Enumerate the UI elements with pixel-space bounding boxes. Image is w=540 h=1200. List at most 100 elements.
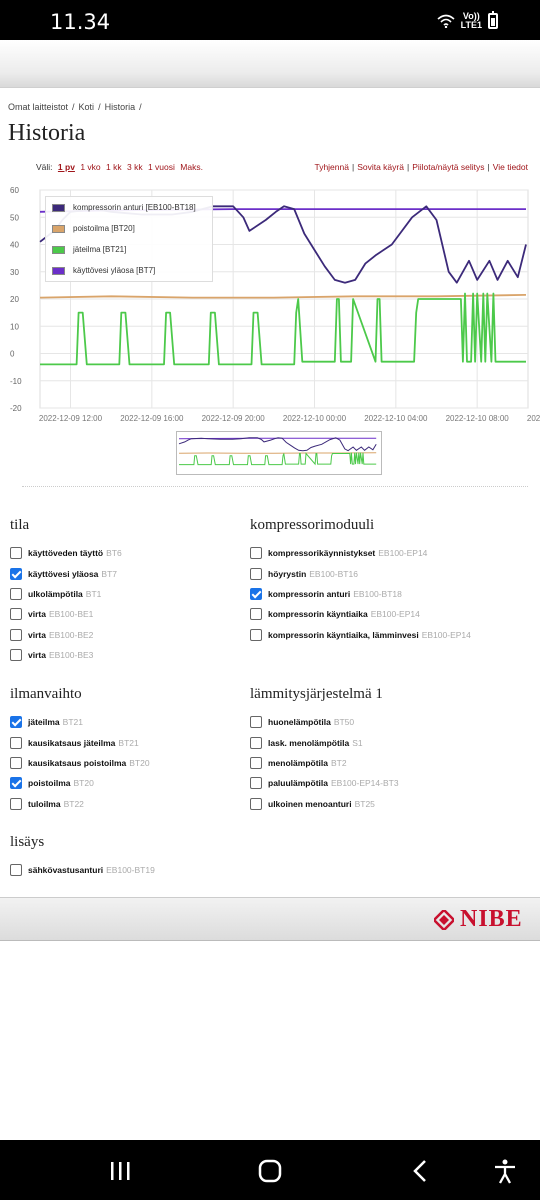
sensor-checkbox[interactable] — [10, 736, 22, 749]
x-tick-label: 2022-12-10 00:00 — [283, 414, 347, 423]
x-tick-label: 2022-12-10 08:00 — [446, 414, 510, 423]
sensor-checkbox[interactable] — [10, 649, 22, 662]
sensor-checkbox[interactable] — [250, 736, 262, 749]
breadcrumb-history[interactable]: Historia — [105, 102, 136, 112]
sensor-option[interactable]: kompressorin käyntiaika EB100-EP14 — [250, 604, 535, 624]
range-selector: Väli: 1 pv 1 vko 1 kk 3 kk 1 vuosi Maks. — [36, 162, 203, 172]
range-option-1-year[interactable]: 1 vuosi — [148, 162, 175, 172]
sensor-label: jäteilma — [28, 717, 60, 728]
breadcrumb-separator: / — [98, 102, 101, 112]
sensor-label: virta — [28, 609, 46, 620]
sensor-option[interactable]: kompressorin anturi EB100-BT18 — [250, 584, 535, 604]
sensor-option[interactable]: kausikatsaus poistoilma BT20 — [10, 753, 240, 773]
system-navigation-bar — [0, 1140, 540, 1200]
back-icon[interactable] — [405, 1158, 435, 1184]
sensor-option[interactable]: huonelämpötila BT50 — [250, 712, 535, 732]
home-icon[interactable] — [255, 1158, 285, 1184]
sensor-code: EB100-BE2 — [48, 629, 94, 640]
group-kompressorimoduuli: kompressorimoduuli kompressorikäynnistyks… — [250, 517, 535, 645]
sensor-checkbox[interactable] — [250, 547, 262, 560]
sensor-option[interactable]: ulkoinen menoanturi BT25 — [250, 794, 535, 814]
range-option-1-day[interactable]: 1 pv — [58, 162, 75, 172]
sensor-option[interactable]: kompressorin käyntiaika, lämminvesi EB100… — [250, 625, 535, 645]
recent-apps-icon[interactable] — [105, 1158, 135, 1184]
sensor-option[interactable]: jäteilma BT21 — [10, 712, 240, 732]
sensor-checkbox[interactable] — [10, 777, 22, 790]
sensor-checkbox[interactable] — [10, 628, 22, 641]
sensor-code: BT2 — [330, 757, 347, 768]
sensor-checkbox[interactable] — [250, 628, 262, 641]
sensor-checkbox[interactable] — [10, 567, 22, 580]
sensor-checkbox[interactable] — [10, 864, 22, 877]
sensor-checkbox[interactable] — [10, 716, 22, 729]
sensor-checkbox[interactable] — [250, 587, 262, 600]
sensor-option[interactable]: kausikatsaus jäteilma BT21 — [10, 732, 240, 752]
sensor-checkbox[interactable] — [10, 797, 22, 810]
legend-item[interactable]: käyttövesi yläosa [BT7] — [46, 260, 212, 281]
sensor-code: BT7 — [101, 568, 117, 579]
sensor-code: BT20 — [73, 778, 94, 789]
legend-item[interactable]: jäteilma [BT21] — [46, 239, 212, 260]
range-option-1-week[interactable]: 1 vko — [80, 162, 100, 172]
y-tick-label: 60 — [10, 186, 19, 195]
navigator-series-0 — [178, 437, 377, 452]
sensor-code: EB100-EP14-BT3 — [330, 778, 399, 789]
sensor-label: poistoilma — [28, 778, 71, 789]
chart-actions: Tyhjennä | Sovita käyrä | Piilota/näytä seli… — [314, 162, 528, 172]
sensor-checkbox[interactable] — [250, 716, 262, 729]
sensor-checkbox[interactable] — [250, 608, 262, 621]
sensor-option[interactable]: käyttöveden täyttö BT6 — [10, 543, 240, 563]
breadcrumb-separator: / — [72, 102, 75, 112]
clear-link[interactable]: Tyhjennä — [314, 162, 349, 172]
range-option-1-month[interactable]: 1 kk — [106, 162, 122, 172]
navigator-svg[interactable] — [177, 432, 381, 474]
sensor-option[interactable]: lask. menolämpötila S1 — [250, 732, 535, 752]
sensor-option[interactable]: poistoilma BT20 — [10, 773, 240, 793]
legend-label: jäteilma [BT21] — [73, 245, 127, 254]
sensor-checkbox[interactable] — [250, 797, 262, 810]
accessibility-icon[interactable] — [490, 1158, 520, 1184]
breadcrumb-my-devices[interactable]: Omat laitteistot — [8, 102, 68, 112]
sensor-option[interactable]: sähkövastusanturi EB100-BT19 — [10, 860, 240, 880]
toggle-legend-link[interactable]: Piilota/näytä selitys — [412, 162, 484, 172]
sensor-option[interactable]: virta EB100-BE1 — [10, 604, 240, 624]
sensor-option[interactable]: höyrystin EB100-BT16 — [250, 563, 535, 583]
range-option-3-months[interactable]: 3 kk — [127, 162, 143, 172]
sensor-checkbox[interactable] — [250, 756, 262, 769]
chart-legend: kompressorin anturi [EB100-BT18] poistoil… — [45, 196, 213, 282]
sensor-label: höyrystin — [268, 568, 307, 579]
sensor-option[interactable]: virta EB100-BE2 — [10, 625, 240, 645]
breadcrumb: Omat laitteistot / Koti / Historia / — [8, 102, 146, 112]
breadcrumb-home[interactable]: Koti — [79, 102, 95, 112]
group-ilmanvaihto: ilmanvaihto jäteilma BT21 kausikatsaus jäte… — [10, 686, 240, 814]
sensor-option[interactable]: tuloilma BT22 — [10, 794, 240, 814]
sensor-label: käyttöveden täyttö — [28, 548, 104, 559]
legend-item[interactable]: kompressorin anturi [EB100-BT18] — [46, 197, 212, 218]
sensor-checkbox[interactable] — [250, 777, 262, 790]
group-lammitysjarjestelma-1: lämmitysjärjestelmä 1 huonelämpötila BT50 l… — [250, 686, 535, 814]
sensor-option[interactable]: paluulämpötila EB100-EP14-BT3 — [250, 773, 535, 793]
sensor-checkbox[interactable] — [10, 547, 22, 560]
sensor-checkbox[interactable] — [10, 756, 22, 769]
sensor-label: kausikatsaus jäteilma — [28, 737, 116, 748]
range-option-max[interactable]: Maks. — [180, 162, 203, 172]
sensor-checkbox[interactable] — [250, 567, 262, 580]
sensor-option[interactable]: kompressorikäynnistykset EB100-EP14 — [250, 543, 535, 563]
sensor-option[interactable]: käyttövesi yläosa BT7 — [10, 563, 240, 583]
sensor-checkbox[interactable] — [10, 587, 22, 600]
chart-navigator[interactable] — [176, 431, 382, 475]
sensor-code: BT22 — [63, 798, 84, 809]
sensor-checkbox[interactable] — [10, 608, 22, 621]
group-lisays: lisäys sähkövastusanturi EB100-BT19 — [10, 834, 240, 880]
sensor-code: BT25 — [354, 798, 375, 809]
sensor-option[interactable]: ulkolämpötila BT1 — [10, 584, 240, 604]
sensor-option[interactable]: menolämpötila BT2 — [250, 753, 535, 773]
export-data-link[interactable]: Vie tiedot — [493, 162, 528, 172]
sensor-code: BT21 — [62, 717, 83, 728]
sensor-label: menolämpötila — [268, 757, 328, 768]
legend-swatch — [52, 266, 65, 275]
fit-curve-link[interactable]: Sovita käyrä — [357, 162, 404, 172]
legend-item[interactable]: poistoilma [BT20] — [46, 218, 212, 239]
sensor-option[interactable]: virta EB100-BE3 — [10, 645, 240, 665]
sensor-code: EB100-EP14 — [378, 548, 428, 559]
